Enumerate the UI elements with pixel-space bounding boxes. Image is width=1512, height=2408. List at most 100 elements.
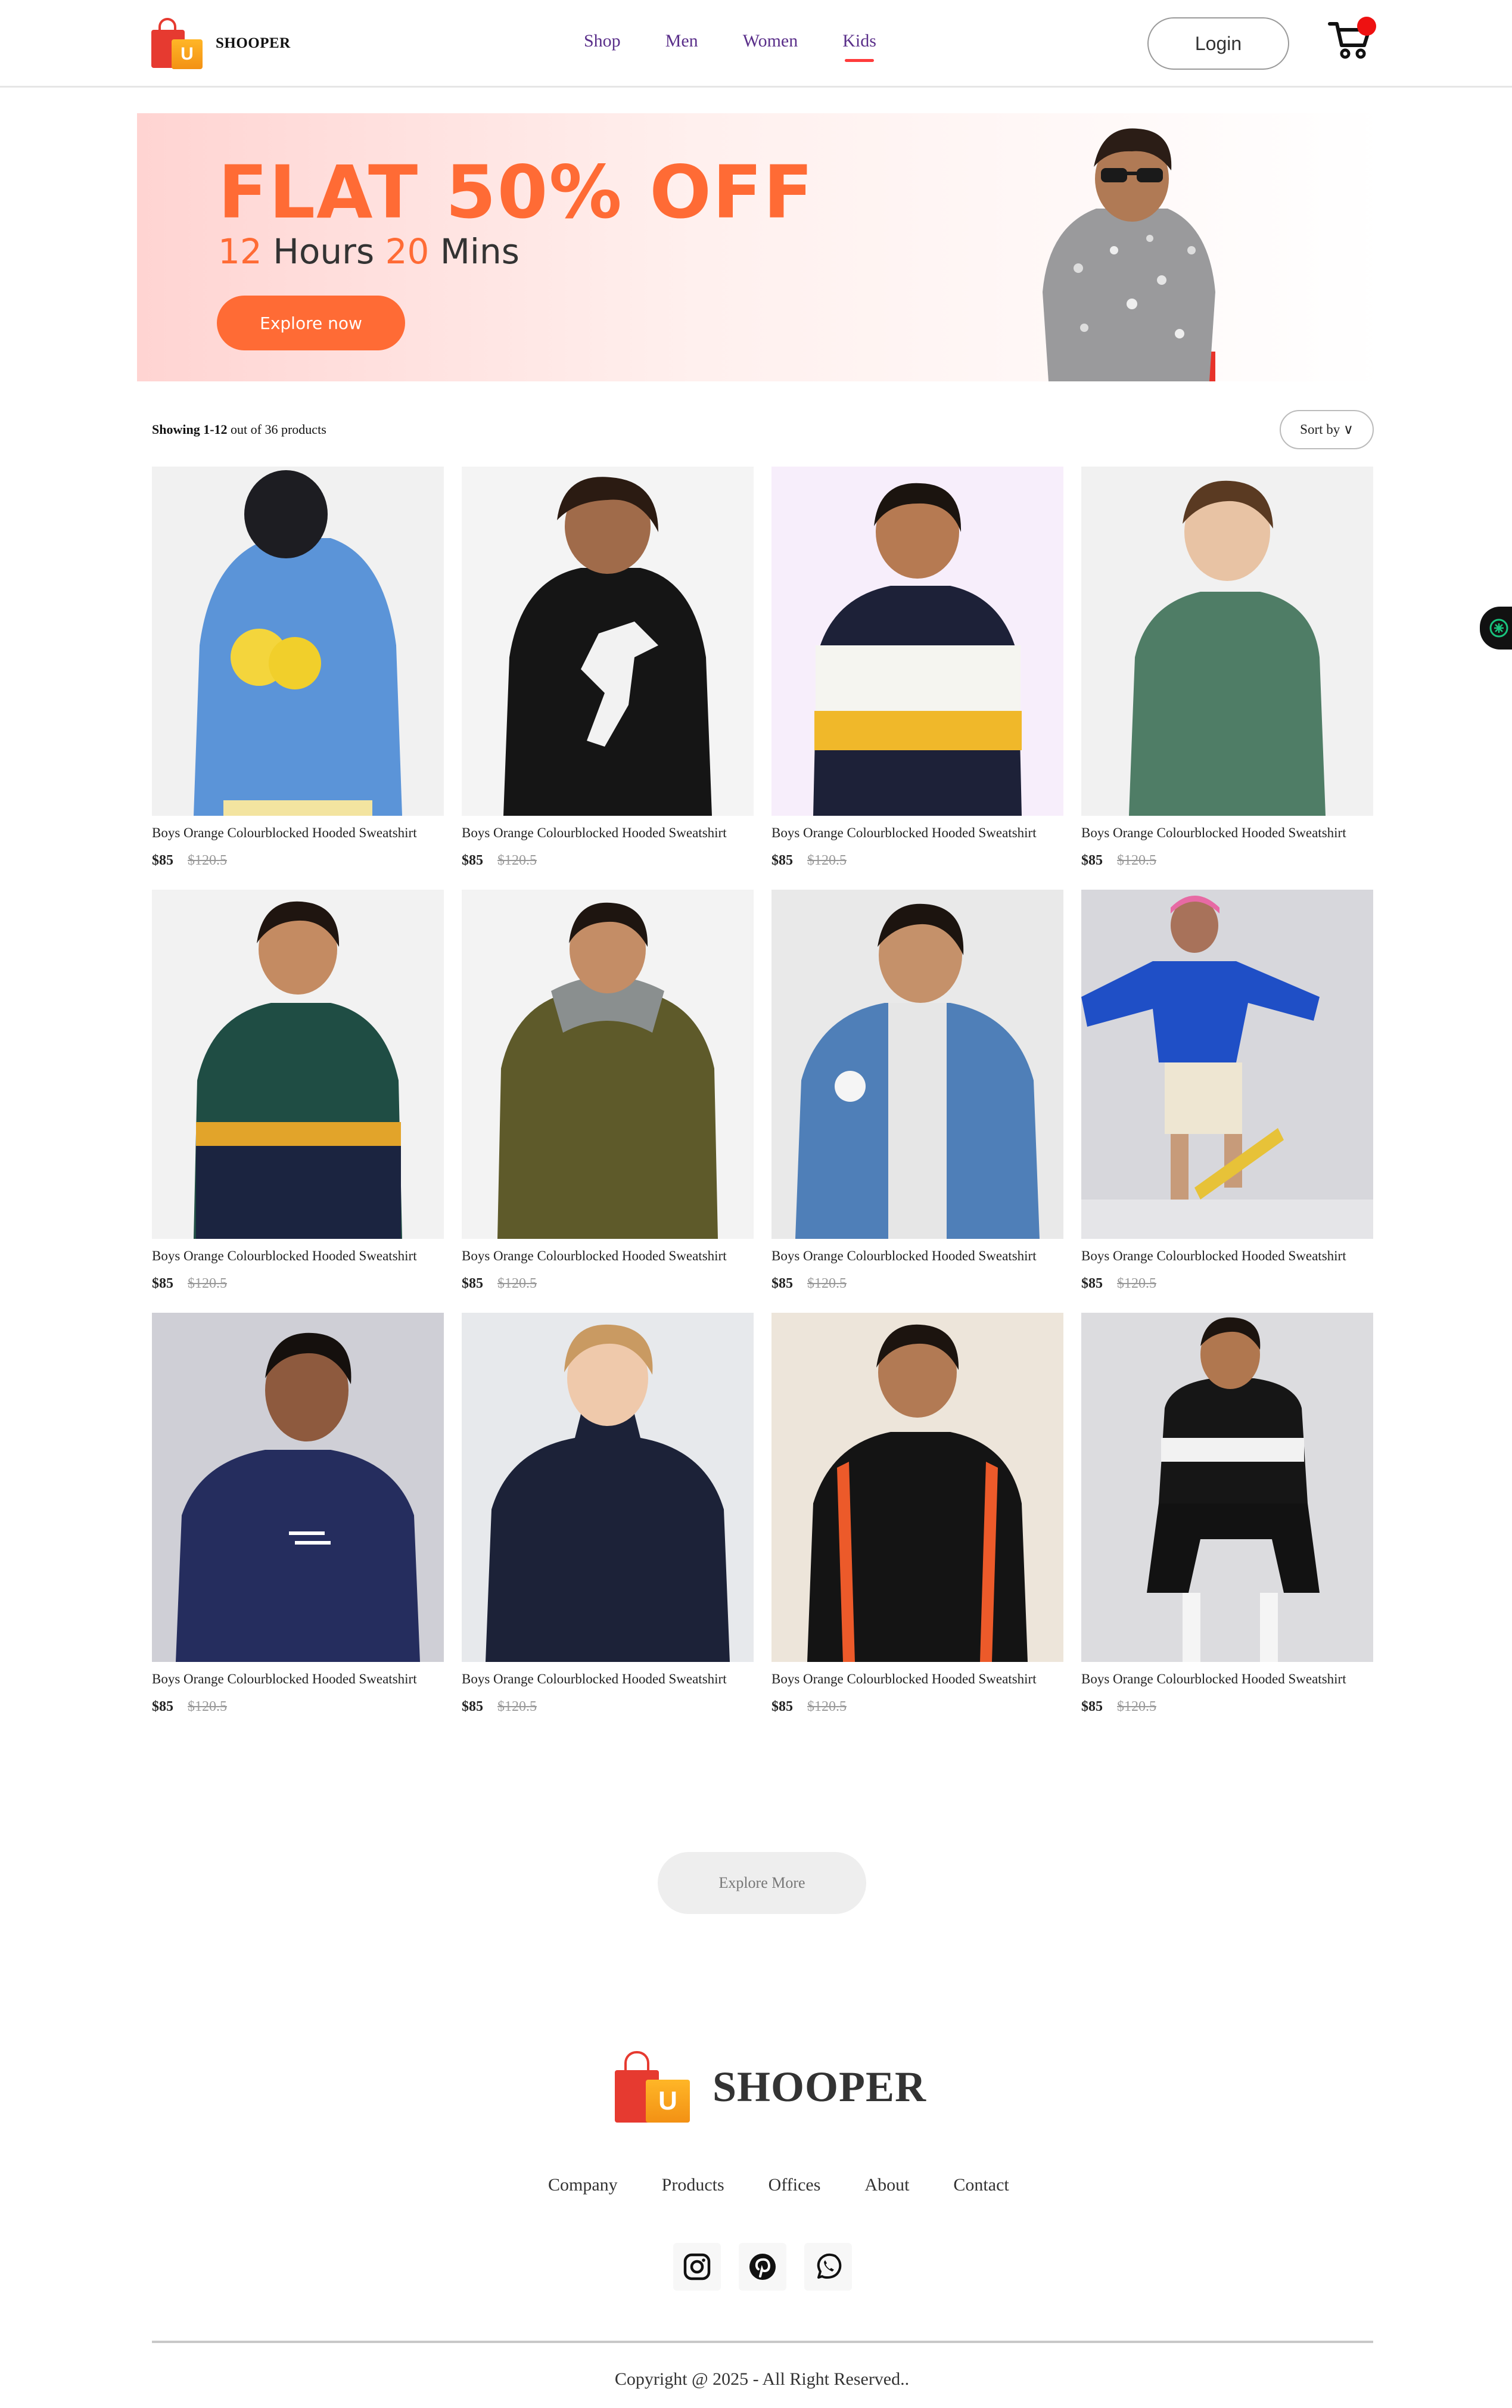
copyright-text: Copyright @ 2025 - All Right Reserved.. [614,2369,910,2389]
product-card[interactable]: Boys Orange Colourblocked Hooded Sweatsh… [462,890,754,1313]
original-price: $120.5 [497,853,537,868]
whatsapp-link[interactable] [804,2243,852,2291]
product-name[interactable]: Boys Orange Colourblocked Hooded Sweatsh… [462,1671,754,1687]
explore-more-button[interactable]: Explore More [658,1852,866,1914]
original-price: $120.5 [1117,853,1156,868]
original-price: $120.5 [188,1699,227,1714]
login-button[interactable]: Login [1147,17,1289,70]
nav-men[interactable]: Men [665,31,698,51]
countdown-hours: 12 [218,231,262,272]
instagram-link[interactable] [673,2243,721,2291]
original-price: $120.5 [497,1699,537,1714]
current-price: $85 [462,853,483,868]
product-image[interactable] [771,467,1063,816]
assistant-widget[interactable] [1480,607,1512,650]
product-name[interactable]: Boys Orange Colourblocked Hooded Sweatsh… [462,1248,754,1264]
brand-name: SHOOPER [216,35,291,51]
pinterest-link[interactable] [739,2243,786,2291]
product-image[interactable] [771,890,1063,1239]
product-name[interactable]: Boys Orange Colourblocked Hooded Sweatsh… [771,1248,1063,1264]
cart-button[interactable] [1327,17,1376,61]
explore-now-button[interactable]: Explore now [217,296,405,350]
original-price: $120.5 [807,1699,847,1714]
product-name[interactable]: Boys Orange Colourblocked Hooded Sweatsh… [1081,1671,1373,1687]
footer-link-offices[interactable]: Offices [769,2175,821,2195]
footer-divider [152,2341,1373,2343]
product-card[interactable]: Boys Orange Colourblocked Hooded Sweatsh… [771,467,1063,890]
product-name[interactable]: Boys Orange Colourblocked Hooded Sweatsh… [771,825,1063,841]
footer-link-about[interactable]: About [864,2175,909,2195]
instagram-icon [683,2253,711,2280]
product-price: $85 $120.5 [152,1699,444,1715]
product-image[interactable] [152,1313,444,1662]
countdown-mins-unit: Mins [440,231,519,272]
product-name[interactable]: Boys Orange Colourblocked Hooded Sweatsh… [1081,1248,1373,1264]
original-price: $120.5 [188,1276,227,1291]
product-card[interactable]: Boys Orange Colourblocked Hooded Sweatsh… [771,1313,1063,1736]
current-price: $85 [1081,1276,1103,1291]
shopping-bag-logo-icon: U [612,2050,692,2124]
nav-women[interactable]: Women [743,31,798,51]
product-image[interactable] [1081,890,1373,1239]
shopping-bag-logo-icon: U [149,17,206,70]
footer-link-contact[interactable]: Contact [953,2175,1009,2195]
product-name[interactable]: Boys Orange Colourblocked Hooded Sweatsh… [152,1248,444,1264]
brand-logo[interactable]: U SHOOPER [149,17,291,70]
product-image[interactable] [462,890,754,1239]
product-card[interactable]: Boys Orange Colourblocked Hooded Sweatsh… [1081,467,1373,890]
product-card[interactable]: Boys Orange Colourblocked Hooded Sweatsh… [1081,1313,1373,1736]
footer-brand-name: SHOOPER [713,2062,927,2111]
product-name[interactable]: Boys Orange Colourblocked Hooded Sweatsh… [771,1671,1063,1687]
product-image[interactable] [462,467,754,816]
current-price: $85 [462,1276,483,1291]
current-price: $85 [1081,1699,1103,1714]
product-price: $85 $120.5 [1081,1276,1373,1292]
product-image[interactable] [1081,467,1373,816]
main-nav: Shop Men Women Kids [584,31,921,62]
current-price: $85 [1081,853,1103,868]
original-price: $120.5 [807,1276,847,1291]
results-range: Showing 1-12 [152,422,228,437]
product-card[interactable]: Boys Orange Colourblocked Hooded Sweatsh… [152,467,444,890]
product-image[interactable] [462,1313,754,1662]
current-price: $85 [771,853,793,868]
promo-title: FLAT 50% OFF [218,150,814,235]
sort-dropdown[interactable]: Sort by ∨ [1280,410,1374,449]
current-price: $85 [771,1699,793,1714]
product-card[interactable]: Boys Orange Colourblocked Hooded Sweatsh… [462,1313,754,1736]
product-card[interactable]: Boys Orange Colourblocked Hooded Sweatsh… [462,467,754,890]
hero-model-image [1043,128,1215,381]
product-name[interactable]: Boys Orange Colourblocked Hooded Sweatsh… [1081,825,1373,841]
nav-kids[interactable]: Kids [842,31,876,62]
original-price: $120.5 [1117,1276,1156,1291]
product-price: $85 $120.5 [771,1699,1063,1715]
product-card[interactable]: Boys Orange Colourblocked Hooded Sweatsh… [1081,890,1373,1313]
product-card[interactable]: Boys Orange Colourblocked Hooded Sweatsh… [152,1313,444,1736]
product-image[interactable] [152,467,444,816]
sort-label: Sort by [1300,422,1340,437]
product-price: $85 $120.5 [462,853,754,869]
product-name[interactable]: Boys Orange Colourblocked Hooded Sweatsh… [152,825,444,841]
social-links [673,2243,852,2291]
footer-logo[interactable]: U SHOOPER [612,2050,926,2124]
footer-link-company[interactable]: Company [548,2175,618,2195]
product-grid: Boys Orange Colourblocked Hooded Sweatsh… [152,467,1374,1736]
product-card[interactable]: Boys Orange Colourblocked Hooded Sweatsh… [152,890,444,1313]
countdown-hours-unit: Hours [273,231,375,272]
original-price: $120.5 [807,853,847,868]
footer-link-products[interactable]: Products [662,2175,724,2195]
current-price: $85 [771,1276,793,1291]
cart-badge [1357,17,1376,36]
site-header: U SHOOPER Shop Men Women Kids Login [0,0,1512,88]
promo-banner: FLAT 50% OFF 12 Hours 20 Mins Explore no… [137,113,1385,381]
product-image[interactable] [771,1313,1063,1662]
product-name[interactable]: Boys Orange Colourblocked Hooded Sweatsh… [152,1671,444,1687]
product-name[interactable]: Boys Orange Colourblocked Hooded Sweatsh… [462,825,754,841]
product-image[interactable] [152,890,444,1239]
product-image[interactable] [1081,1313,1373,1662]
nav-shop[interactable]: Shop [584,31,621,51]
assistant-icon [1489,619,1508,638]
countdown-mins: 20 [385,231,430,272]
product-card[interactable]: Boys Orange Colourblocked Hooded Sweatsh… [771,890,1063,1313]
chevron-down-icon: ∨ [1343,422,1354,437]
